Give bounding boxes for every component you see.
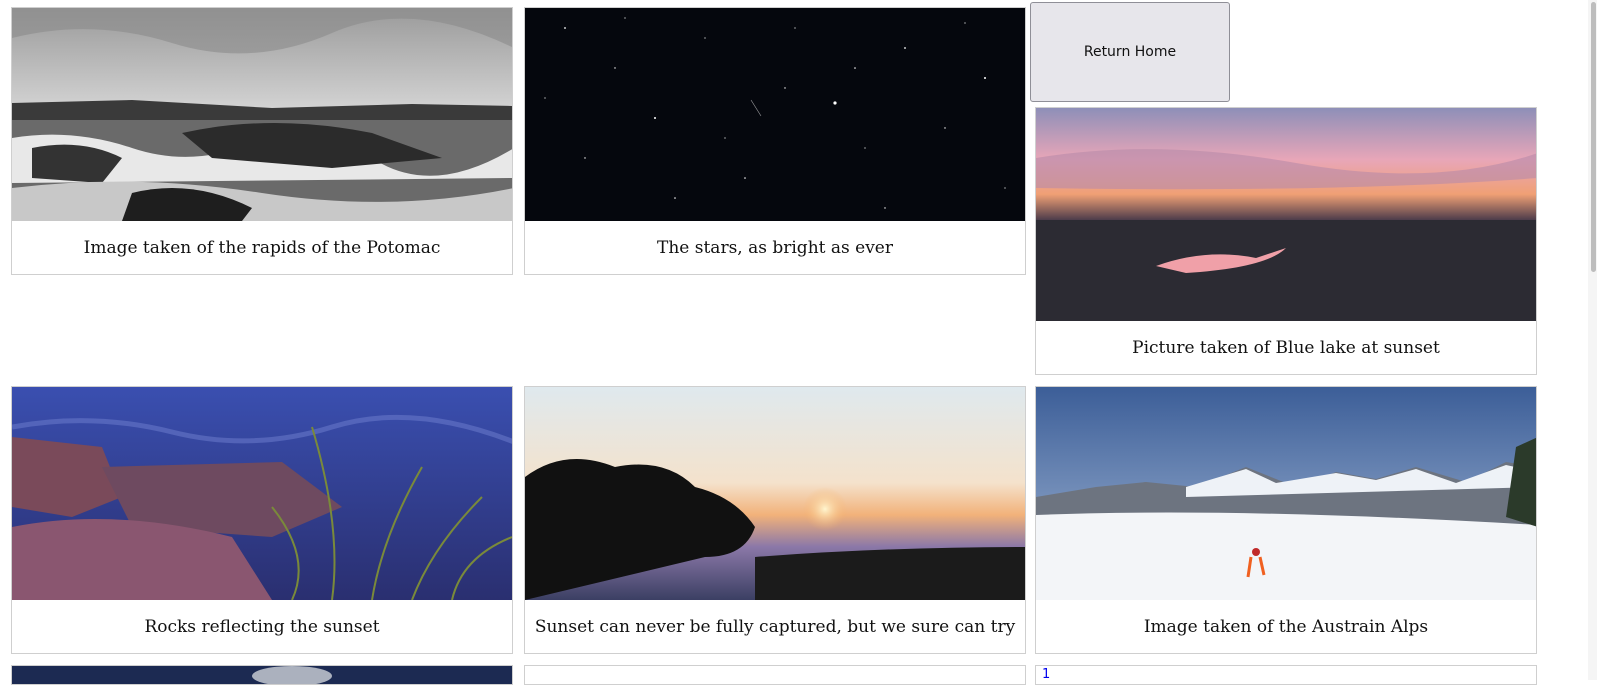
gallery-card[interactable]: Image taken of the rapids of the Potomac [11, 7, 513, 275]
photo-rocks-sunset [12, 387, 512, 600]
gallery-card-partial[interactable] [524, 665, 1026, 685]
photo-partial [12, 666, 512, 684]
photo-sunset-trees [525, 387, 1025, 600]
photo-austrian-alps [1036, 387, 1536, 600]
card-caption: Picture taken of Blue lake at sunset [1132, 337, 1440, 358]
photo-potomac-rapids [12, 8, 512, 221]
gallery-card-partial[interactable] [1035, 665, 1537, 685]
photo-night-stars [525, 8, 1025, 221]
gallery-card[interactable]: Image taken of the Austrain Alps [1035, 386, 1537, 654]
gallery-card[interactable]: Sunset can never be fully captured, but … [524, 386, 1026, 654]
gallery-card[interactable]: Picture taken of Blue lake at sunset [1035, 107, 1537, 375]
card-caption: Rocks reflecting the sunset [144, 616, 380, 637]
gallery-card[interactable]: Rocks reflecting the sunset [11, 386, 513, 654]
photo-blue-lake-sunset [1036, 108, 1536, 321]
return-home-button[interactable]: Return Home [1030, 2, 1230, 102]
card-caption: Image taken of the Austrain Alps [1143, 616, 1429, 637]
card-caption: Sunset can never be fully captured, but … [534, 616, 1016, 637]
card-caption: Image taken of the rapids of the Potomac [83, 237, 441, 258]
scrollbar-thumb[interactable] [1591, 2, 1596, 272]
card-caption: The stars, as bright as ever [657, 237, 893, 258]
gallery-card-partial[interactable] [11, 665, 513, 685]
vertical-scrollbar[interactable] [1588, 0, 1597, 680]
gallery-card[interactable]: The stars, as bright as ever [524, 7, 1026, 275]
